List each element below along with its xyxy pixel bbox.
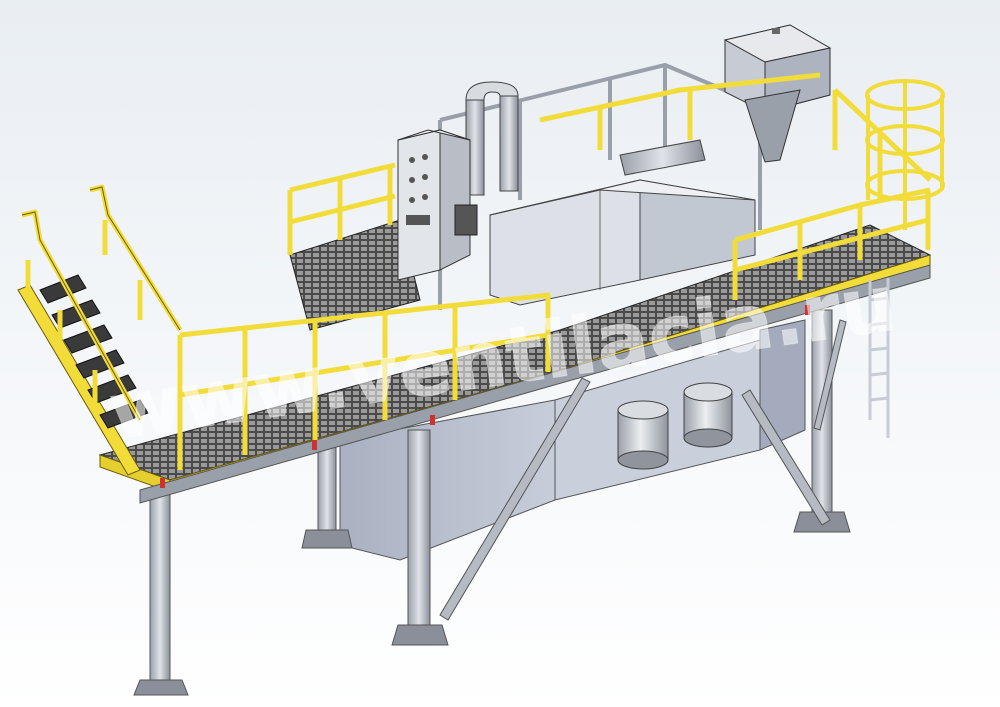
column-icon [407,429,431,631]
drum-icon [683,382,733,448]
hopper-icon [772,28,780,34]
column-icon [149,494,171,686]
control-cabinet [397,129,478,281]
equipment-platform-render: www.ventilacia.ru [0,0,1000,707]
drum-icon [617,400,669,470]
